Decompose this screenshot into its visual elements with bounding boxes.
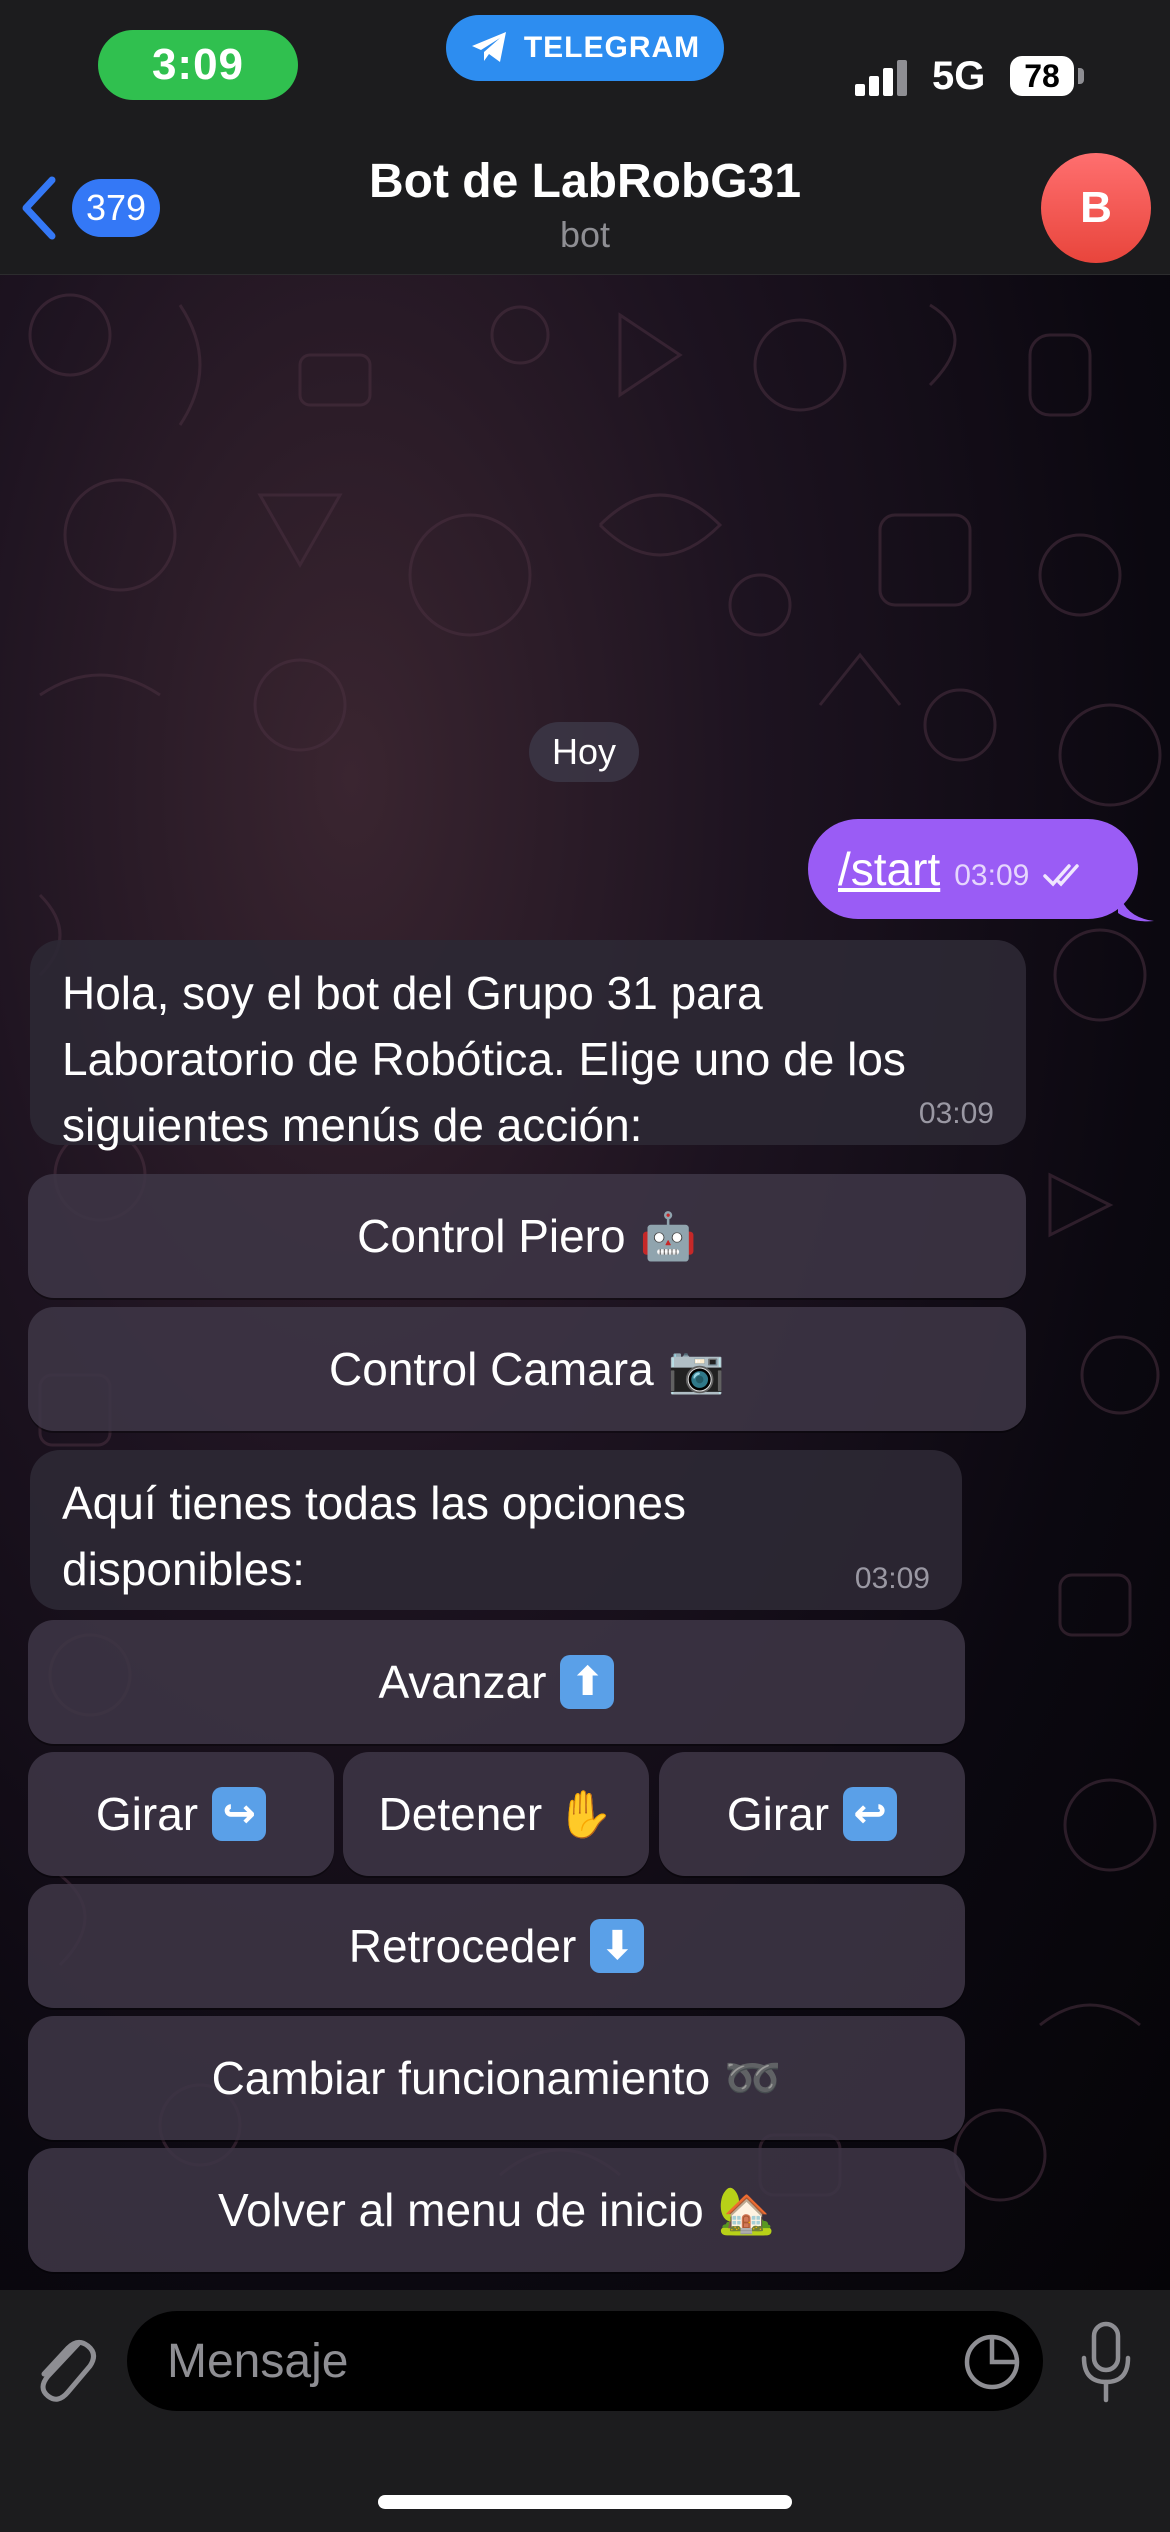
turn-right-arrow-icon: ↩	[843, 1787, 898, 1841]
button-label: Control Piero	[357, 1210, 626, 1262]
button-label: Detener	[378, 1788, 543, 1840]
button-label: Girar	[726, 1788, 830, 1840]
incoming-message-text: Aquí tienes todas las opciones disponibl…	[62, 1477, 686, 1595]
loop-icon: ➿	[724, 2050, 782, 2105]
date-separator: Hoy	[529, 722, 639, 782]
chat-header: 379 Bot de LabRobG31 bot B	[0, 140, 1170, 275]
control-camara-button[interactable]: Control Camara 📷	[28, 1307, 1026, 1431]
battery-tip	[1078, 68, 1084, 84]
retroceder-button[interactable]: Retroceder ⬇	[28, 1884, 965, 2008]
microphone-icon[interactable]	[1076, 2320, 1136, 2406]
chat-title[interactable]: Bot de LabRobG31	[0, 154, 1170, 209]
outgoing-message-time: 03:09	[954, 859, 1030, 892]
detener-button[interactable]: Detener ✋	[343, 1752, 649, 1876]
girar-left-button[interactable]: Girar ↪	[28, 1752, 334, 1876]
incoming-message-time: 03:09	[854, 1562, 930, 1595]
avanzar-button[interactable]: Avanzar ⬆	[28, 1620, 965, 1744]
signal-icon	[855, 60, 915, 96]
chat-area[interactable]: Hoy /start 03:09 Hola, soy el bot del Gr…	[0, 275, 1170, 2290]
control-piero-button[interactable]: Control Piero 🤖	[28, 1174, 1026, 1298]
incoming-message[interactable]: Aquí tienes todas las opciones disponibl…	[30, 1450, 962, 1610]
outgoing-message-text[interactable]: /start	[838, 842, 940, 896]
chat-subtitle: bot	[559, 214, 611, 255]
telegram-return-pill[interactable]: TELEGRAM	[446, 15, 724, 81]
button-label: Cambiar funcionamiento	[211, 2052, 711, 2104]
incoming-message-time: 03:09	[918, 1097, 994, 1130]
double-check-icon	[1043, 864, 1080, 887]
button-label: Volver al menu de inicio	[217, 2184, 704, 2236]
outgoing-message[interactable]: /start 03:09	[808, 819, 1138, 919]
paperclip-icon[interactable]	[30, 2326, 100, 2406]
robot-icon: 🤖	[639, 1208, 697, 1263]
status-time[interactable]: 3:09	[98, 30, 298, 100]
house-icon: 🏡	[717, 2182, 776, 2237]
turn-left-arrow-icon: ↪	[212, 1787, 267, 1841]
outgoing-bubble-tail	[1118, 887, 1154, 922]
telegram-icon	[471, 32, 506, 62]
telegram-pill-label: TELEGRAM	[523, 31, 701, 64]
battery-icon: 78	[1010, 56, 1074, 96]
volver-inicio-button[interactable]: Volver al menu de inicio 🏡	[28, 2148, 965, 2272]
cambiar-funcionamiento-button[interactable]: Cambiar funcionamiento ➿	[28, 2016, 965, 2140]
arrow-up-icon: ⬆	[560, 1655, 615, 1709]
sticker-icon[interactable]	[963, 2333, 1021, 2391]
network-label: 5G	[932, 54, 986, 98]
button-label: Avanzar	[378, 1656, 547, 1708]
status-bar: 3:09 TELEGRAM 5G 78	[0, 0, 1170, 160]
avatar[interactable]: B	[1041, 153, 1151, 263]
button-label: Control Camara	[329, 1343, 654, 1395]
home-indicator[interactable]	[378, 2495, 792, 2509]
arrow-down-icon: ⬇	[590, 1919, 645, 1973]
incoming-message[interactable]: Hola, soy el bot del Grupo 31 para Labor…	[30, 940, 1026, 1151]
raised-hand-icon: ✋	[556, 1786, 614, 1841]
message-input[interactable]	[165, 2332, 929, 2390]
girar-right-button[interactable]: Girar ↩	[659, 1752, 965, 1876]
message-field[interactable]	[127, 2311, 1043, 2411]
button-label: Girar	[95, 1788, 199, 1840]
button-label: Retroceder	[348, 1920, 577, 1972]
camera-icon: 📷	[667, 1341, 725, 1396]
incoming-message-text: Hola, soy el bot del Grupo 31 para Labor…	[62, 967, 906, 1151]
